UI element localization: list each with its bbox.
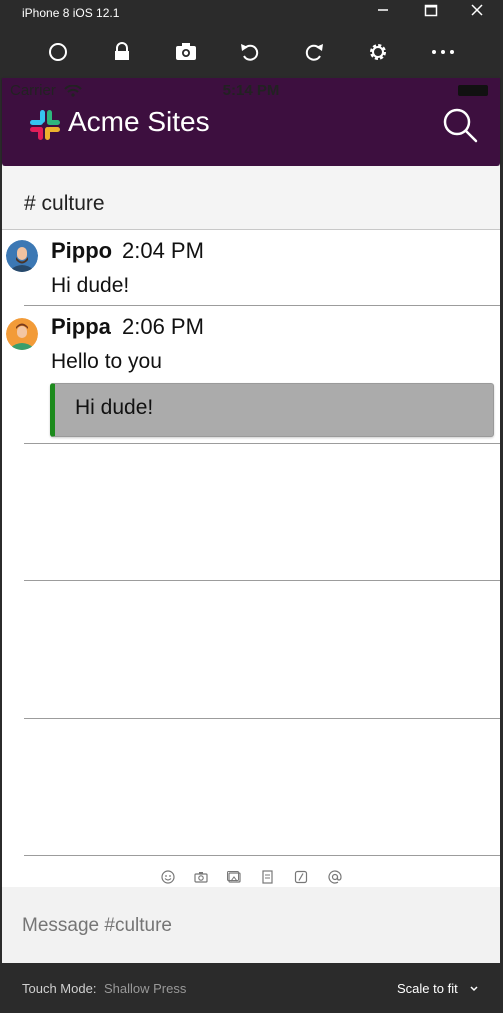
app-navbar: Carrier 5:14 PM Acme Sites	[2, 78, 500, 166]
avatar	[6, 318, 38, 350]
home-icon	[49, 43, 67, 61]
maximize-button[interactable]	[408, 2, 454, 24]
close-icon	[471, 4, 483, 16]
scale-label: Scale to fit	[397, 981, 458, 996]
mention-icon[interactable]	[327, 869, 343, 885]
status-bar: Carrier 5:14 PM	[2, 82, 500, 100]
touch-mode-value[interactable]: Shallow Press	[104, 981, 186, 996]
quoted-message[interactable]: Hi dude!	[50, 383, 494, 437]
photo-icon[interactable]	[226, 869, 242, 885]
message-author: Pippa	[51, 314, 111, 339]
window-title: iPhone 8 iOS 12.1	[22, 6, 120, 20]
lock-button[interactable]	[107, 38, 137, 66]
app-logo-icon	[30, 110, 60, 140]
more-icon	[432, 50, 454, 54]
camera-icon[interactable]	[193, 869, 209, 885]
rotate-right-icon	[305, 44, 323, 61]
channel-name: # culture	[24, 192, 105, 215]
minimize-button[interactable]	[360, 2, 406, 24]
screenshot-icon	[176, 43, 196, 60]
message-text: Hi dude!	[51, 274, 130, 297]
divider	[24, 855, 500, 856]
home-button[interactable]	[43, 38, 73, 66]
maximize-icon	[424, 4, 438, 17]
touch-mode-label: Touch Mode:	[22, 981, 97, 996]
message-composer	[2, 887, 500, 963]
close-button[interactable]	[454, 2, 500, 24]
simulator-toolbar	[0, 26, 503, 78]
screenshot-button[interactable]	[171, 38, 201, 66]
rotate-left-icon	[241, 44, 259, 61]
divider	[24, 443, 500, 444]
settings-button[interactable]	[363, 38, 393, 66]
window-titlebar: iPhone 8 iOS 12.1	[0, 0, 503, 26]
divider	[24, 718, 500, 719]
minimize-icon	[378, 9, 388, 11]
divider	[24, 580, 500, 581]
message-author: Pippo	[51, 238, 113, 263]
file-icon[interactable]	[260, 869, 276, 885]
slash-command-icon[interactable]	[293, 869, 309, 885]
settings-icon	[370, 44, 386, 60]
rotate-left-button[interactable]	[235, 38, 265, 66]
simulator-statusbar: Touch Mode: Shallow Press Scale to fit	[0, 963, 503, 1013]
quoted-message-text: Hi dude!	[75, 396, 154, 419]
divider	[24, 305, 500, 306]
scale-dropdown[interactable]: Scale to fit	[397, 981, 479, 996]
battery-icon	[458, 85, 488, 96]
app-title: Acme Sites	[68, 106, 210, 137]
more-button[interactable]	[428, 38, 458, 66]
avatar	[6, 240, 38, 272]
message-time: 2:04 PM	[122, 238, 204, 263]
channel-header: # culture	[2, 166, 500, 230]
status-time: 5:14 PM	[222, 82, 280, 99]
message-time: 2:06 PM	[122, 314, 204, 339]
chevron-down-icon	[470, 986, 478, 992]
composer-toolbar	[160, 869, 350, 887]
search-icon	[443, 108, 478, 143]
message-input[interactable]	[22, 913, 482, 939]
message-text: Hello to you	[51, 350, 162, 373]
emoji-icon[interactable]	[160, 869, 176, 885]
search-button[interactable]	[440, 105, 480, 145]
rotate-right-button[interactable]	[299, 38, 329, 66]
lock-icon	[115, 42, 129, 60]
